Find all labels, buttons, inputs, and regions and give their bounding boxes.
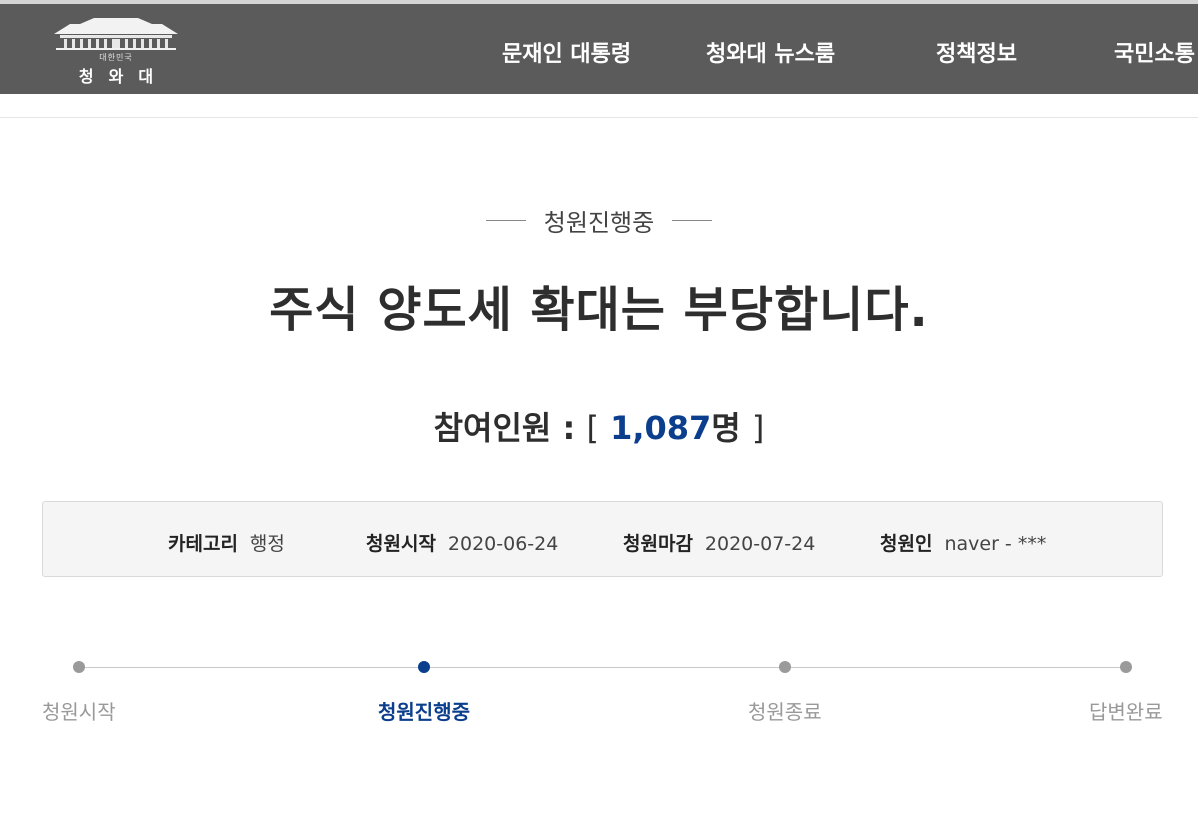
progress-step-answered: 답변완료 <box>1089 700 1163 724</box>
site-header: 대한민국 청와대 문재인 대통령 청와대 뉴스룸 정책정보 국민소통 <box>0 4 1198 94</box>
progress-dot-start <box>73 661 85 673</box>
nav-president[interactable]: 문재인 대통령 <box>502 36 631 68</box>
participant-bracket-close: ] <box>751 409 765 447</box>
info-category-value: 행정 <box>249 533 285 555</box>
participant-colon: : <box>562 409 576 447</box>
nav-policy-info[interactable]: 정책정보 <box>936 36 1017 68</box>
status-line-left <box>485 220 526 221</box>
info-start-label: 청원시작 <box>366 533 436 555</box>
participant-unit: 명 <box>711 409 741 447</box>
logo-title: 청와대 <box>78 67 169 86</box>
petition-status: 청원진행중 <box>0 203 1198 238</box>
blue-house-logo[interactable]: 대한민국 청와대 <box>50 16 182 86</box>
info-start: 청원시작 2020-06-24 <box>366 529 558 556</box>
participant-label: 참여인원 <box>433 409 552 447</box>
info-end-value: 2020-07-24 <box>704 533 816 555</box>
nav-newsroom[interactable]: 청와대 뉴스룸 <box>706 36 835 68</box>
petition-page: 대한민국 청와대 문재인 대통령 청와대 뉴스룸 정책정보 국민소통 청원진행중… <box>0 0 1198 816</box>
info-category-label: 카테고리 <box>168 533 238 555</box>
blue-house-emblem-icon <box>54 18 178 50</box>
info-author: 청원인 naver - *** <box>880 529 1046 556</box>
nav-communication[interactable]: 국민소통 <box>1114 36 1195 68</box>
info-category: 카테고리 행정 <box>168 529 285 556</box>
participant-bracket-open: [ <box>586 409 599 447</box>
participant-count: 참여인원 : [ 1,087명 ] <box>0 403 1198 449</box>
progress-dot-closed <box>779 661 791 673</box>
info-author-value: naver - *** <box>944 533 1047 555</box>
progress-track <box>79 667 1126 668</box>
status-text: 청원진행중 <box>543 209 655 237</box>
info-end-label: 청원마감 <box>623 533 693 555</box>
status-line-right <box>672 220 713 221</box>
progress-dot-answered <box>1120 661 1132 673</box>
info-author-label: 청원인 <box>880 533 933 555</box>
logo-subtitle: 대한민국 <box>99 53 133 62</box>
progress-dot-in-progress <box>418 661 430 673</box>
progress-step-start: 청원시작 <box>42 700 116 724</box>
info-start-value: 2020-06-24 <box>447 533 559 555</box>
petition-title: 주식 양도세 확대는 부당합니다. <box>269 282 929 338</box>
petition-info-box: 카테고리 행정 청원시작 2020-06-24 청원마감 2020-07-24 청원인… <box>42 501 1163 577</box>
participant-number: 1,087 <box>610 409 712 447</box>
header-divider <box>0 117 1198 118</box>
progress-step-closed: 청원종료 <box>748 700 822 724</box>
info-end: 청원마감 2020-07-24 <box>623 529 815 556</box>
progress-step-in-progress: 청원진행중 <box>378 700 470 724</box>
